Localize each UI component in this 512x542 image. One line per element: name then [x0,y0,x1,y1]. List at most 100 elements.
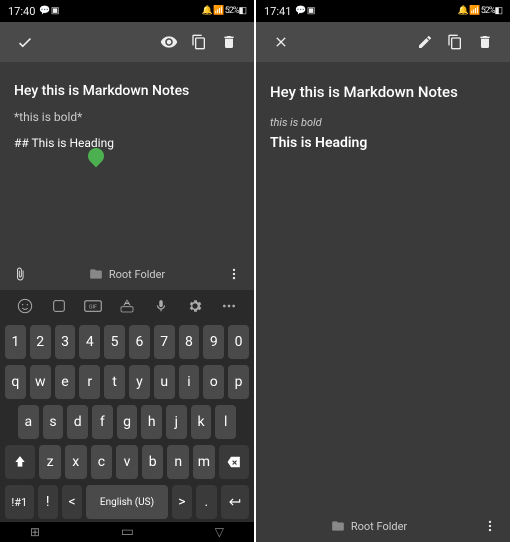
trash-icon [221,34,237,50]
preview-toggle-button[interactable] [154,27,184,57]
status-sys-icons: 🔔 📶 52%◧ [202,6,246,16]
key-f[interactable]: f [92,405,113,439]
folder-chip[interactable]: Root Folder [331,519,407,533]
key-o[interactable]: o [203,365,224,399]
key-d[interactable]: d [67,405,88,439]
preview-heading: This is Heading [270,132,496,154]
key-v[interactable]: v [116,445,138,479]
keyboard: GIF 1234567890 qwertyuiop asdfghjkl zxcv… [0,290,254,542]
key-n[interactable]: n [167,445,189,479]
key-0[interactable]: 0 [228,325,249,359]
phone-edit-mode: 17:40 💬 ▣ 🔔 📶 52%◧ Hey this is Markdown … [0,0,254,542]
check-icon [16,33,34,51]
key-enter[interactable] [221,485,250,519]
key-x[interactable]: x [65,445,87,479]
folder-icon [331,519,345,533]
key-lang-next[interactable]: > [172,485,192,519]
key-y[interactable]: y [129,365,150,399]
pencil-icon [417,34,433,50]
sticker-icon [51,298,67,314]
key-q[interactable]: q [5,365,26,399]
svg-text:GIF: GIF [89,304,97,310]
kb-row-asdf: asdfghjkl [0,402,254,442]
status-notif-icons: 💬 ▣ [39,6,58,16]
delete-button[interactable] [470,27,500,57]
key-9[interactable]: 9 [203,325,224,359]
kb-row-zxcv: zxcvbnm [0,442,254,482]
key-r[interactable]: r [79,365,100,399]
copy-icon [447,34,463,50]
kb-gif-button[interactable]: GIF [81,294,105,318]
key-b[interactable]: b [142,445,164,479]
kb-row-numbers: 1234567890 [0,322,254,362]
key-exclaim[interactable]: ! [38,485,58,519]
key-e[interactable]: e [55,365,76,399]
key-space[interactable]: English (US) [86,485,167,519]
key-i[interactable]: i [179,365,200,399]
copy-button[interactable] [184,27,214,57]
key-j[interactable]: j [166,405,187,439]
mic-icon [154,298,168,314]
key-4[interactable]: 4 [79,325,100,359]
key-g[interactable]: g [117,405,138,439]
attach-button[interactable] [10,259,30,289]
status-bar: 17:41 💬 ▣ 🔔 📶 52%◧ [256,0,510,22]
more-button[interactable] [224,259,244,289]
delete-button[interactable] [214,27,244,57]
key-z[interactable]: z [39,445,61,479]
key-a[interactable]: a [18,405,39,439]
key-t[interactable]: t [104,365,125,399]
key-backspace[interactable] [219,445,249,479]
folder-icon [89,267,103,281]
more-button[interactable] [480,511,500,541]
key-h[interactable]: h [141,405,162,439]
nav-recents[interactable]: ⊞ [30,525,40,539]
key-period[interactable]: . [196,485,216,519]
editor-area[interactable]: Hey this is Markdown Notes *this is bold… [0,62,254,258]
key-p[interactable]: p [228,365,249,399]
more-vert-icon [483,519,497,533]
key-c[interactable]: c [91,445,113,479]
preview-bold-line: this is bold [270,114,496,132]
status-sys-icons: 🔔 📶 52%◧ [458,6,502,16]
kb-more-button[interactable] [217,294,241,318]
folder-label: Root Folder [109,268,165,281]
toolbar-edit [0,22,254,62]
key-w[interactable]: w [30,365,51,399]
phone-preview-mode: 17:41 💬 ▣ 🔔 📶 52%◧ Hey this is Markdown … [256,0,510,542]
key-2[interactable]: 2 [30,325,51,359]
kb-sticker-button[interactable] [47,294,71,318]
preview-area: Hey this is Markdown Notes this is bold … [256,62,510,510]
key-m[interactable]: m [193,445,215,479]
close-button[interactable] [266,27,296,57]
key-7[interactable]: 7 [154,325,175,359]
key-1[interactable]: 1 [5,325,26,359]
gif-icon: GIF [84,299,102,313]
confirm-button[interactable] [10,27,40,57]
key-u[interactable]: u [154,365,175,399]
status-time: 17:40 [8,5,35,18]
toolbar-preview [256,22,510,62]
key-l[interactable]: l [215,405,236,439]
status-bar: 17:40 💬 ▣ 🔔 📶 52%◧ [0,0,254,22]
key-symbols[interactable]: !#1 [5,485,34,519]
keyboard-toolbar: GIF [0,290,254,322]
key-s[interactable]: s [43,405,64,439]
nav-back[interactable]: ▽ [215,525,224,539]
key-8[interactable]: 8 [179,325,200,359]
edit-button[interactable] [410,27,440,57]
copy-button[interactable] [440,27,470,57]
key-3[interactable]: 3 [55,325,76,359]
key-k[interactable]: k [191,405,212,439]
emoji-icon [17,298,33,314]
kb-translate-button[interactable] [115,294,139,318]
folder-chip[interactable]: Root Folder [89,267,165,281]
nav-home[interactable]: ▭ [121,524,134,540]
key-5[interactable]: 5 [104,325,125,359]
kb-settings-button[interactable] [183,294,207,318]
key-lang-prev[interactable]: < [62,485,82,519]
key-6[interactable]: 6 [129,325,150,359]
key-shift[interactable] [5,445,35,479]
kb-emoji-button[interactable] [13,294,37,318]
kb-mic-button[interactable] [149,294,173,318]
